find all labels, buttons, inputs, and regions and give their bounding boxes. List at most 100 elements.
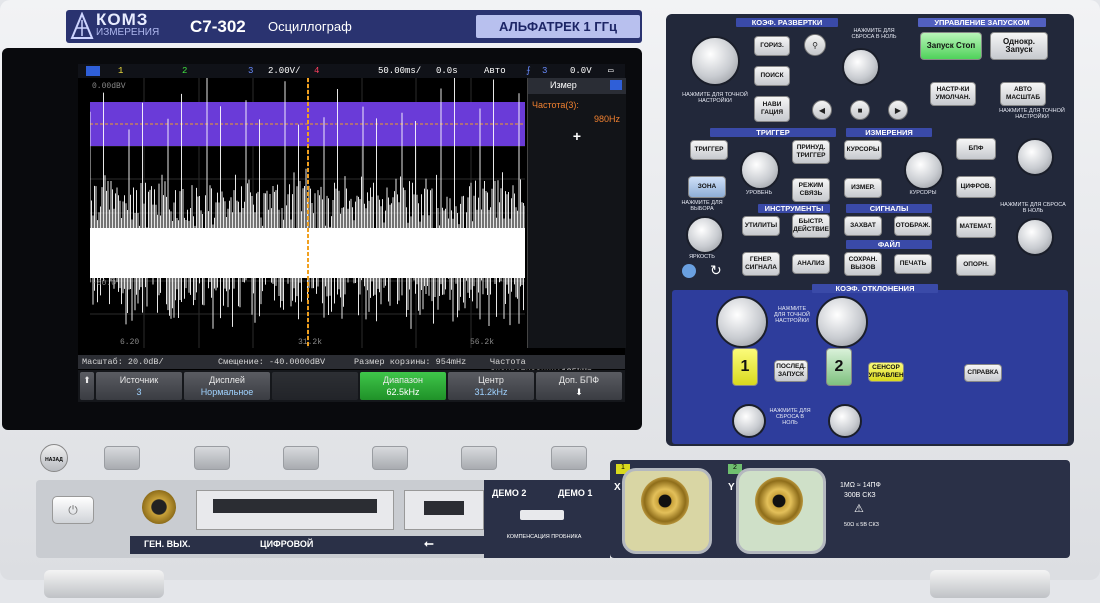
softkey-source[interactable]: Источник 3 <box>96 372 182 400</box>
sensor-control-button[interactable]: СЕНСОР УПРАВЛЕН <box>868 362 904 382</box>
softkey-center[interactable]: Центр 31.2kHz <box>448 372 534 400</box>
single-button[interactable]: Однокр. Запуск <box>990 32 1048 60</box>
nav-stop-icon[interactable]: ■ <box>850 100 870 120</box>
reference-button[interactable]: ОПОРН. <box>956 254 996 276</box>
note-push-fine-v: НАЖМИТЕ ДЛЯ ТОЧНОЙ НАСТРОЙКИ <box>774 306 810 324</box>
demo-terminal[interactable] <box>520 510 564 520</box>
horizontal-position-knob[interactable] <box>842 48 880 86</box>
utility-button[interactable]: УТИЛИТЫ <box>742 216 780 236</box>
wavegen-button[interactable]: ГЕНЕР. СИГНАЛА <box>742 252 780 276</box>
ch2-scale-knob[interactable] <box>816 296 868 348</box>
digital-connector[interactable] <box>196 490 394 530</box>
demo1-label: ДЕМО 1 <box>558 488 593 498</box>
zone-button[interactable]: ЗОНА <box>688 176 726 198</box>
brand-subtitle: ИЗМЕРЕНИЯ <box>96 27 160 38</box>
ch2-indicator[interactable]: 2 <box>182 66 187 76</box>
ch2-position-knob[interactable] <box>828 404 862 438</box>
analyze-button[interactable]: АНАЛИЗ <box>792 254 830 274</box>
softkey-back-icon[interactable]: ⬆ <box>80 372 94 400</box>
entry-knob[interactable] <box>686 216 724 254</box>
digital-button[interactable]: ЦИФРОВ. <box>956 176 996 198</box>
print-button[interactable]: ПЕЧАТЬ <box>894 254 932 274</box>
product-line-badge: АЛЬФАТРЕК 1 ГГц <box>476 15 640 38</box>
nav-right-icon[interactable]: ▶ <box>888 100 908 120</box>
cursors-button[interactable]: КУРСОРЫ <box>844 140 882 160</box>
quick-action-button[interactable]: БЫСТР. ДЕЙСТВИЕ <box>792 214 830 238</box>
panel-toggle-icon[interactable] <box>610 80 622 90</box>
ch4-indicator[interactable]: 4 <box>314 66 319 76</box>
softkey-button-4[interactable] <box>372 446 408 470</box>
softkey-button-3[interactable] <box>283 446 319 470</box>
nav-left-icon[interactable]: ◀ <box>812 100 832 120</box>
back-button[interactable]: НАЗАД <box>40 444 68 472</box>
input-x-label: X <box>614 482 621 493</box>
cursors-knob[interactable] <box>904 150 944 190</box>
softkey-button-5[interactable] <box>461 446 497 470</box>
softkey-more-fft-label: Доп. БПФ <box>558 375 600 385</box>
screen-capture-icon[interactable]: ▭ <box>608 66 613 76</box>
note-push-fine-h: НАЖМИТЕ ДЛЯ ТОЧНОЙ НАСТРОЙКИ <box>682 92 748 104</box>
max-note-label: 50Ω ≤ 5В СКЗ <box>844 522 879 528</box>
softkey-empty[interactable] <box>272 372 358 400</box>
undo-icon[interactable]: ↻ <box>710 262 722 279</box>
run-stop-button[interactable]: Запуск Стоп <box>920 32 982 60</box>
softkey-span-label: Диапазон <box>383 375 423 385</box>
capture-button[interactable]: ЗАХВАТ <box>844 216 882 236</box>
ch1-scale-knob[interactable] <box>716 296 768 348</box>
status-bin-size: Размер корзины: 954mHz <box>354 357 467 367</box>
ch3-indicator[interactable]: 3 <box>248 66 253 76</box>
softkey-button-6[interactable] <box>551 446 587 470</box>
math-button[interactable]: МАТЕМАТ. <box>956 216 996 238</box>
vertical-section: КОЭФ. ОТКЛОНЕНИЯ НАЖМИТЕ ДЛЯ ТОЧНОЙ НАСТ… <box>672 284 1068 444</box>
save-recall-button[interactable]: СОХРАН. ВЫЗОВ <box>844 252 882 276</box>
default-setup-button[interactable]: НАСТР-КИ УМОЛЧАН. <box>930 82 976 106</box>
softkey-center-value: 31.2kHz <box>474 387 508 397</box>
navigate-button[interactable]: НАВИ ГАЦИЯ <box>754 96 790 122</box>
zoom-icon[interactable]: ⚲ <box>804 34 826 56</box>
meas-button[interactable]: ИЗМЕР. <box>844 178 882 198</box>
help-button[interactable]: СПРАВКА <box>964 364 1002 382</box>
softkey-span[interactable]: Диапазон 62.5kHz <box>360 372 446 400</box>
last-trigger-button[interactable]: ПОСЛЕД. ЗАПУСК <box>774 360 808 382</box>
measurement-panel: Измер Частота(3): 980Hz + <box>527 78 626 348</box>
display-top-bar: 1 2 3 2.00V/ 4 50.00ms/ 0.0s Авто ⨍ 3 0.… <box>78 64 625 78</box>
menu-icon[interactable] <box>86 66 100 76</box>
horiz-button[interactable]: ГОРИЗ. <box>754 36 790 56</box>
add-measurement-button[interactable]: + <box>528 130 626 146</box>
time-offset: 0.0s <box>436 66 458 76</box>
ch1-position-knob[interactable] <box>732 404 766 438</box>
meas-item-label[interactable]: Частота(3): <box>532 100 626 110</box>
mode-coupling-button[interactable]: РЕЖИМ СВЯЗЬ <box>792 178 830 202</box>
softkey-button-2[interactable] <box>194 446 230 470</box>
grid-ref-mid: -80.0 <box>92 279 116 288</box>
note-push-zero-v: НАЖМИТЕ ДЛЯ СБРОСА В НОЛЬ <box>769 408 811 426</box>
horizontal-scale-knob[interactable] <box>690 36 740 86</box>
trigger-button[interactable]: ТРИГГЕР <box>690 140 728 160</box>
note-cursors: КУРСОРЫ <box>909 190 937 196</box>
autoscale-button[interactable]: АВТО МАСШТАБ <box>1000 82 1046 106</box>
ch1-input-bnc[interactable] <box>622 468 712 554</box>
grid-bottom-mid: 31.2k <box>298 338 322 347</box>
usb-port[interactable] <box>404 490 484 530</box>
force-trigger-button[interactable]: ПРИНУД. ТРИГГЕР <box>792 140 830 164</box>
softkey-button-1[interactable] <box>104 446 140 470</box>
power-button[interactable]: ⏻ <box>52 496 94 524</box>
ch1-indicator[interactable]: 1 <box>118 66 123 76</box>
fft-button[interactable]: БПФ <box>956 138 996 160</box>
multipurpose-knob-lower[interactable] <box>1016 218 1054 256</box>
ch1-button[interactable]: 1 <box>732 348 758 386</box>
ch2-input-bnc[interactable] <box>736 468 826 554</box>
back-button-label: НАЗАД <box>45 457 63 463</box>
trigger-level-knob[interactable] <box>740 150 780 190</box>
gen-out-bnc[interactable] <box>142 490 176 524</box>
display-button[interactable]: ОТОБРАЖ. <box>894 216 932 236</box>
ch2-button[interactable]: 2 <box>826 348 852 386</box>
softkey-display[interactable]: Дисплей Нормальное <box>184 372 270 400</box>
softkey-span-value: 62.5kHz <box>386 387 420 397</box>
ch1-bnc-ring <box>641 477 689 525</box>
search-button[interactable]: ПОИСК <box>754 66 790 86</box>
section-tools: ИНСТРУМЕНТЫ <box>758 204 830 213</box>
softkey-more-fft[interactable]: Доп. БПФ ⬇ <box>536 372 622 400</box>
ch2-bnc-ring <box>755 477 803 525</box>
multipurpose-knob-upper[interactable] <box>1016 138 1054 176</box>
